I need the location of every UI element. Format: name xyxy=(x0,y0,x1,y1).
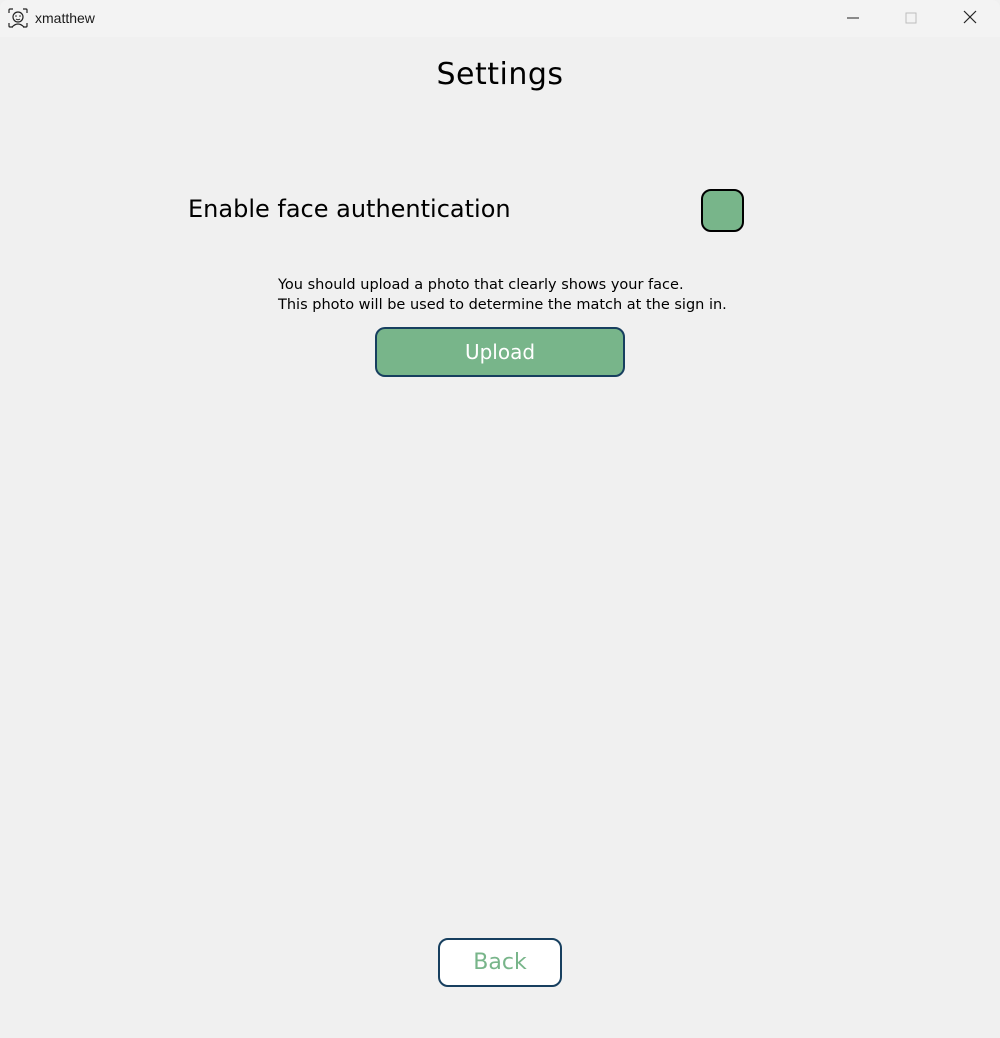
window-title: xmatthew xyxy=(35,10,95,26)
title-bar[interactable]: xmatthew xyxy=(0,0,1000,37)
back-button[interactable]: Back xyxy=(438,938,562,987)
minimize-button[interactable] xyxy=(824,0,882,37)
app-window: xmatthew Settings Enable face authentica… xyxy=(0,0,1000,1038)
instruction-line-1: You should upload a photo that clearly s… xyxy=(278,277,684,293)
face-scan-icon xyxy=(8,8,28,28)
upload-instructions: You should upload a photo that clearly s… xyxy=(278,275,758,315)
face-auth-toggle[interactable] xyxy=(701,189,744,232)
instruction-line-2: This photo will be used to determine the… xyxy=(278,297,727,313)
upload-button[interactable]: Upload xyxy=(375,327,625,377)
page-title: Settings xyxy=(436,57,564,92)
close-button[interactable] xyxy=(941,0,999,37)
close-icon xyxy=(963,9,977,28)
minimize-icon xyxy=(847,9,859,28)
maximize-icon xyxy=(905,9,917,28)
face-auth-label: Enable face authentication xyxy=(188,195,511,223)
maximize-button[interactable] xyxy=(882,0,940,37)
